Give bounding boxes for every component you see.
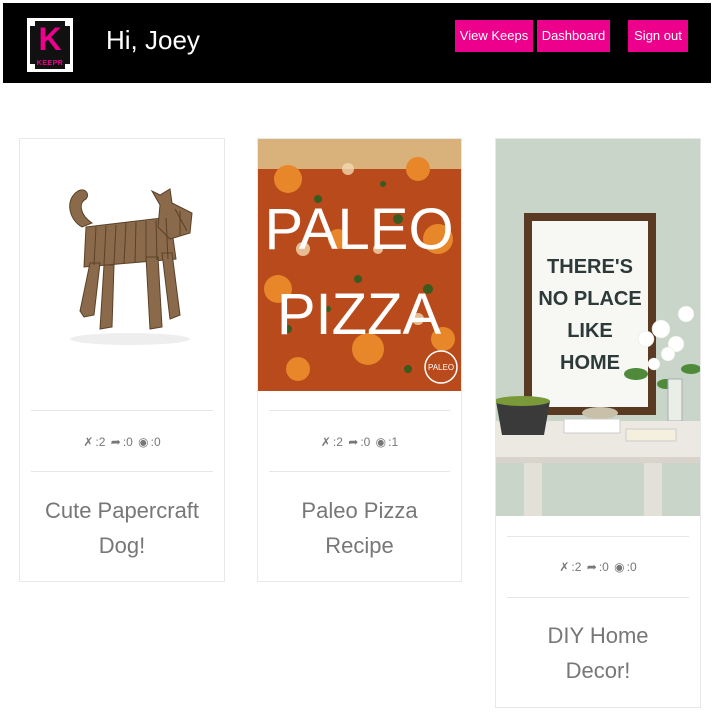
keep-card[interactable]: THERE'S NO PLACE LIKE HOME ✗:2 ➦:0 ◉:… (495, 138, 701, 708)
share-icon: ➦ (586, 560, 597, 574)
share-icon: ➦ (348, 435, 359, 449)
card-divider (31, 471, 213, 472)
decor-text-line3: LIKE (567, 320, 613, 342)
logo-letter: K (38, 21, 62, 57)
share-icon: ➦ (110, 435, 121, 449)
keep-count-icon: ✗ (559, 560, 570, 574)
card-divider (507, 536, 689, 537)
keep-title[interactable]: Paleo Pizza Recipe (258, 493, 461, 563)
keep-count: :2 (571, 560, 582, 574)
keep-image-paleo-pizza[interactable]: PALEO PIZZA PALEO (258, 139, 461, 391)
logo-text: KEEPR (36, 60, 64, 67)
card-divider (269, 471, 450, 472)
eye-icon: ◉ (614, 560, 625, 574)
share-count: :0 (360, 435, 371, 449)
pizza-badge: PALEO (428, 363, 454, 372)
keep-stats: ✗:2 ➦:0 ◉:1 (258, 435, 461, 449)
keep-card[interactable]: PALEO PIZZA PALEO ✗:2 ➦:0 ◉:1 Paleo Pizz… (257, 138, 462, 582)
card-divider (269, 410, 450, 411)
decor-text-line2: NO PLACE (538, 288, 641, 310)
eye-icon: ◉ (375, 435, 387, 449)
card-divider (507, 597, 689, 598)
keep-title[interactable]: Cute Papercraft Dog! (20, 493, 224, 563)
keep-image-home-decor[interactable]: THERE'S NO PLACE LIKE HOME (496, 139, 700, 516)
decor-text-line1: THERE'S (547, 256, 633, 278)
keep-count-icon: ✗ (83, 435, 94, 449)
view-count: :0 (150, 435, 161, 449)
keep-count-icon: ✗ (320, 435, 331, 449)
keepr-logo[interactable]: K KEEPR (27, 18, 73, 72)
keep-stats: ✗:2 ➦:0 ◉:0 (20, 435, 224, 449)
view-count: :1 (388, 435, 399, 449)
sign-out-button[interactable]: Sign out (628, 20, 688, 52)
keep-image-papercraft-dog[interactable] (20, 139, 224, 391)
keep-count: :2 (332, 435, 343, 449)
navbar: K KEEPR Hi, Joey View Keeps Dashboard Si… (3, 3, 711, 83)
keep-count: :2 (95, 435, 106, 449)
view-keeps-button[interactable]: View Keeps (455, 20, 533, 52)
eye-icon: ◉ (138, 435, 149, 449)
pizza-title-line1: PALEO (264, 197, 453, 262)
keep-card[interactable]: ✗:2 ➦:0 ◉:0 Cute Papercraft Dog! (19, 138, 225, 582)
keep-title[interactable]: DIY Home Decor! (496, 618, 700, 688)
decor-text-line4: HOME (560, 352, 620, 374)
view-count: :0 (626, 560, 637, 574)
pizza-title-line2: PIZZA (277, 282, 442, 347)
share-count: :0 (122, 435, 133, 449)
keep-stats: ✗:2 ➦:0 ◉:0 (496, 560, 700, 574)
dashboard-button[interactable]: Dashboard (537, 20, 610, 52)
greeting: Hi, Joey (106, 25, 200, 55)
card-divider (31, 410, 213, 411)
share-count: :0 (598, 560, 609, 574)
